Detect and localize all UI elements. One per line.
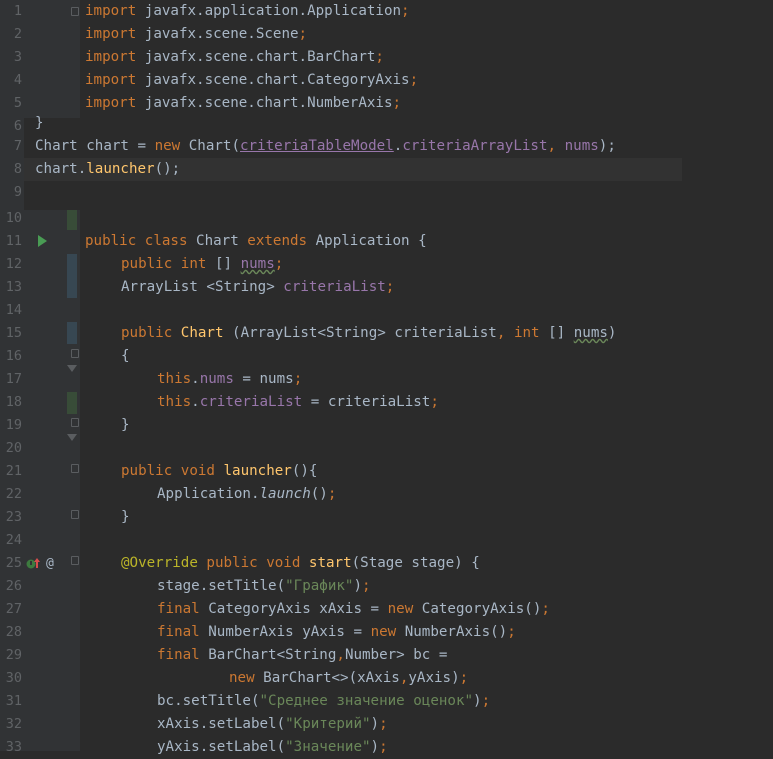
line-number: 19: [5, 417, 22, 433]
line-number: 22: [5, 486, 22, 502]
line-number: 4: [13, 72, 22, 88]
code-line-23: }: [121, 509, 130, 525]
line-number: 33: [5, 739, 22, 755]
line-number: 10: [5, 210, 22, 226]
fold-end-icon[interactable]: [67, 365, 77, 372]
line-number: 23: [5, 509, 22, 525]
code-line-6: }: [35, 115, 44, 131]
fold-icon[interactable]: [71, 556, 79, 565]
code-line-27: final CategoryAxis xAxis = new CategoryA…: [157, 601, 550, 617]
line-number: 16: [5, 348, 22, 364]
vcs-change-marker: [67, 254, 77, 298]
code-line-2: import javafx.scene.Scene;: [85, 26, 308, 42]
code-line-5: import javafx.scene.chart.NumberAxis;: [85, 95, 402, 111]
line-number: 21: [5, 463, 22, 479]
code-line-12: public int [] nums;: [121, 256, 284, 272]
line-number: 24: [5, 532, 22, 548]
line-number: 29: [5, 647, 22, 663]
line-number: 8: [13, 161, 22, 177]
code-line-26: stage.setTitle("График");: [157, 578, 371, 594]
code-line-21: public void launcher(){: [121, 463, 318, 479]
code-line-7: Chart chart = new Chart(criteriaTableMod…: [35, 138, 616, 154]
code-line-4: import javafx.scene.chart.CategoryAxis;: [85, 72, 419, 88]
vcs-change-marker: [67, 210, 77, 230]
line-number: 18: [5, 394, 22, 410]
fold-icon[interactable]: [71, 349, 79, 358]
annotation-gutter-icon[interactable]: @: [46, 552, 54, 575]
line-number: 20: [5, 440, 22, 456]
code-line-8: chart.launcher();: [35, 161, 181, 177]
line-number: 26: [5, 578, 22, 594]
line-number: 9: [13, 184, 22, 200]
code-line-3: import javafx.scene.chart.BarChart;: [85, 49, 384, 65]
line-number: 3: [13, 49, 22, 65]
code-line-13: ArrayList <String> criteriaList;: [121, 279, 395, 295]
line-number: 25: [5, 555, 22, 571]
sticky-code-overlay: 6 7 8 9 } Chart chart = new Chart(criter…: [0, 115, 773, 210]
line-number: 15: [5, 325, 22, 341]
line-number: 28: [5, 624, 22, 640]
code-line-18: this.criteriaList = criteriaList;: [157, 394, 439, 410]
vcs-change-marker: [67, 322, 77, 344]
line-number: 32: [5, 716, 22, 732]
code-line-11: public class Chart extends Application {: [85, 233, 427, 249]
code-line-17: this.nums = nums;: [157, 371, 303, 387]
line-number: 17: [5, 371, 22, 387]
line-number: 14: [5, 302, 22, 318]
fold-icon[interactable]: [71, 418, 79, 427]
code-line-31: bc.setTitle("Среднее значение оценок");: [157, 693, 491, 709]
code-line-16: {: [121, 348, 130, 364]
line-number: 30: [5, 670, 22, 686]
vcs-change-marker: [67, 392, 77, 414]
code-line-28: final NumberAxis yAxis = new NumberAxis(…: [157, 624, 516, 640]
fold-icon[interactable]: [71, 7, 79, 16]
code-line-19: }: [121, 417, 130, 433]
code-line-29: final BarChart<String,Number> bc =: [157, 647, 448, 663]
line-number: 5: [13, 95, 22, 111]
code-line-30: new BarChart<>(xAxis,yAxis);: [229, 670, 469, 686]
line-number: 27: [5, 601, 22, 617]
run-icon[interactable]: [38, 235, 47, 247]
line-number: 2: [13, 26, 22, 42]
fold-end-icon[interactable]: [67, 434, 77, 441]
code-line-32: xAxis.setLabel("Критерий");: [157, 716, 388, 732]
line-number: 7: [13, 138, 22, 154]
fold-icon[interactable]: [71, 464, 79, 473]
line-number: 12: [5, 256, 22, 272]
line-number: 31: [5, 693, 22, 709]
code-line-1: import javafx.application.Application;: [85, 3, 410, 19]
code-line-25: @Override public void start(Stage stage)…: [121, 555, 480, 571]
line-number: 11: [5, 233, 22, 249]
line-number: 1: [13, 3, 22, 19]
code-line-33: yAxis.setLabel("Значение");: [157, 739, 388, 755]
line-number: 13: [5, 279, 22, 295]
fold-icon[interactable]: [71, 510, 79, 519]
code-line-15: public Chart (ArrayList<String> criteria…: [121, 325, 617, 341]
code-line-22: Application.launch();: [157, 486, 337, 502]
override-method-icon[interactable]: [26, 556, 42, 570]
